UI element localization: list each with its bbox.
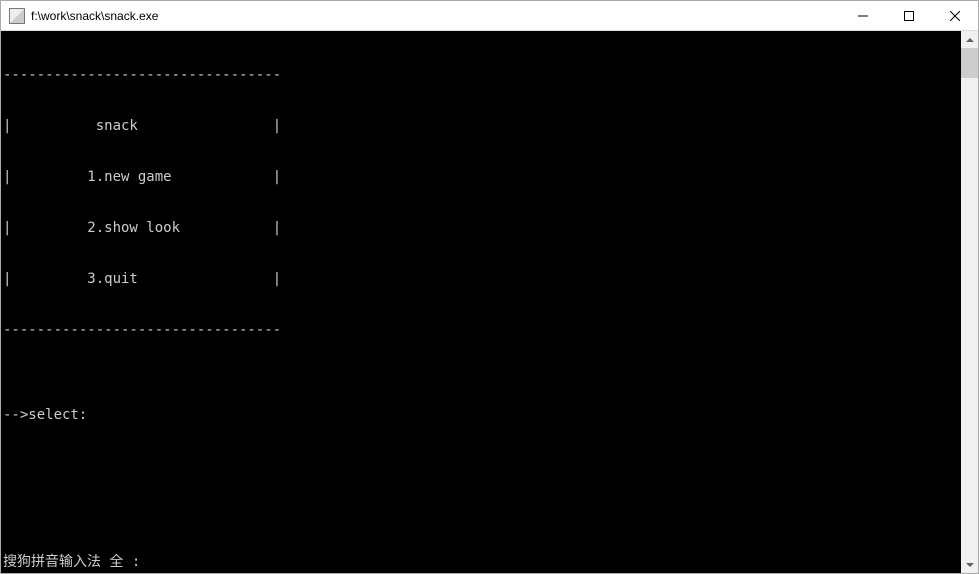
ime-status: 搜狗拼音输入法 全 : [3,554,140,571]
minimize-button[interactable] [840,1,886,30]
close-button[interactable] [932,1,978,30]
select-prompt: -->select: [3,407,961,424]
menu-item-show-look: | 2.show look | [3,220,961,237]
console-wrapper: --------------------------------- | snac… [1,31,978,573]
app-icon [9,8,25,24]
menu-item-new-game: | 1.new game | [3,169,961,186]
titlebar: f:\work\snack\snack.exe [1,1,978,31]
menu-title: | snack | [3,118,961,135]
scroll-up-arrow-icon[interactable] [961,31,978,48]
scroll-thumb[interactable] [961,48,978,78]
menu-border-bottom: --------------------------------- [3,322,961,339]
window-title: f:\work\snack\snack.exe [31,1,840,31]
menu-border-top: --------------------------------- [3,67,961,84]
console-output[interactable]: --------------------------------- | snac… [1,31,961,573]
window-controls [840,1,978,30]
scroll-down-arrow-icon[interactable] [961,556,978,573]
vertical-scrollbar[interactable] [961,31,978,573]
maximize-button[interactable] [886,1,932,30]
menu-item-quit: | 3.quit | [3,271,961,288]
